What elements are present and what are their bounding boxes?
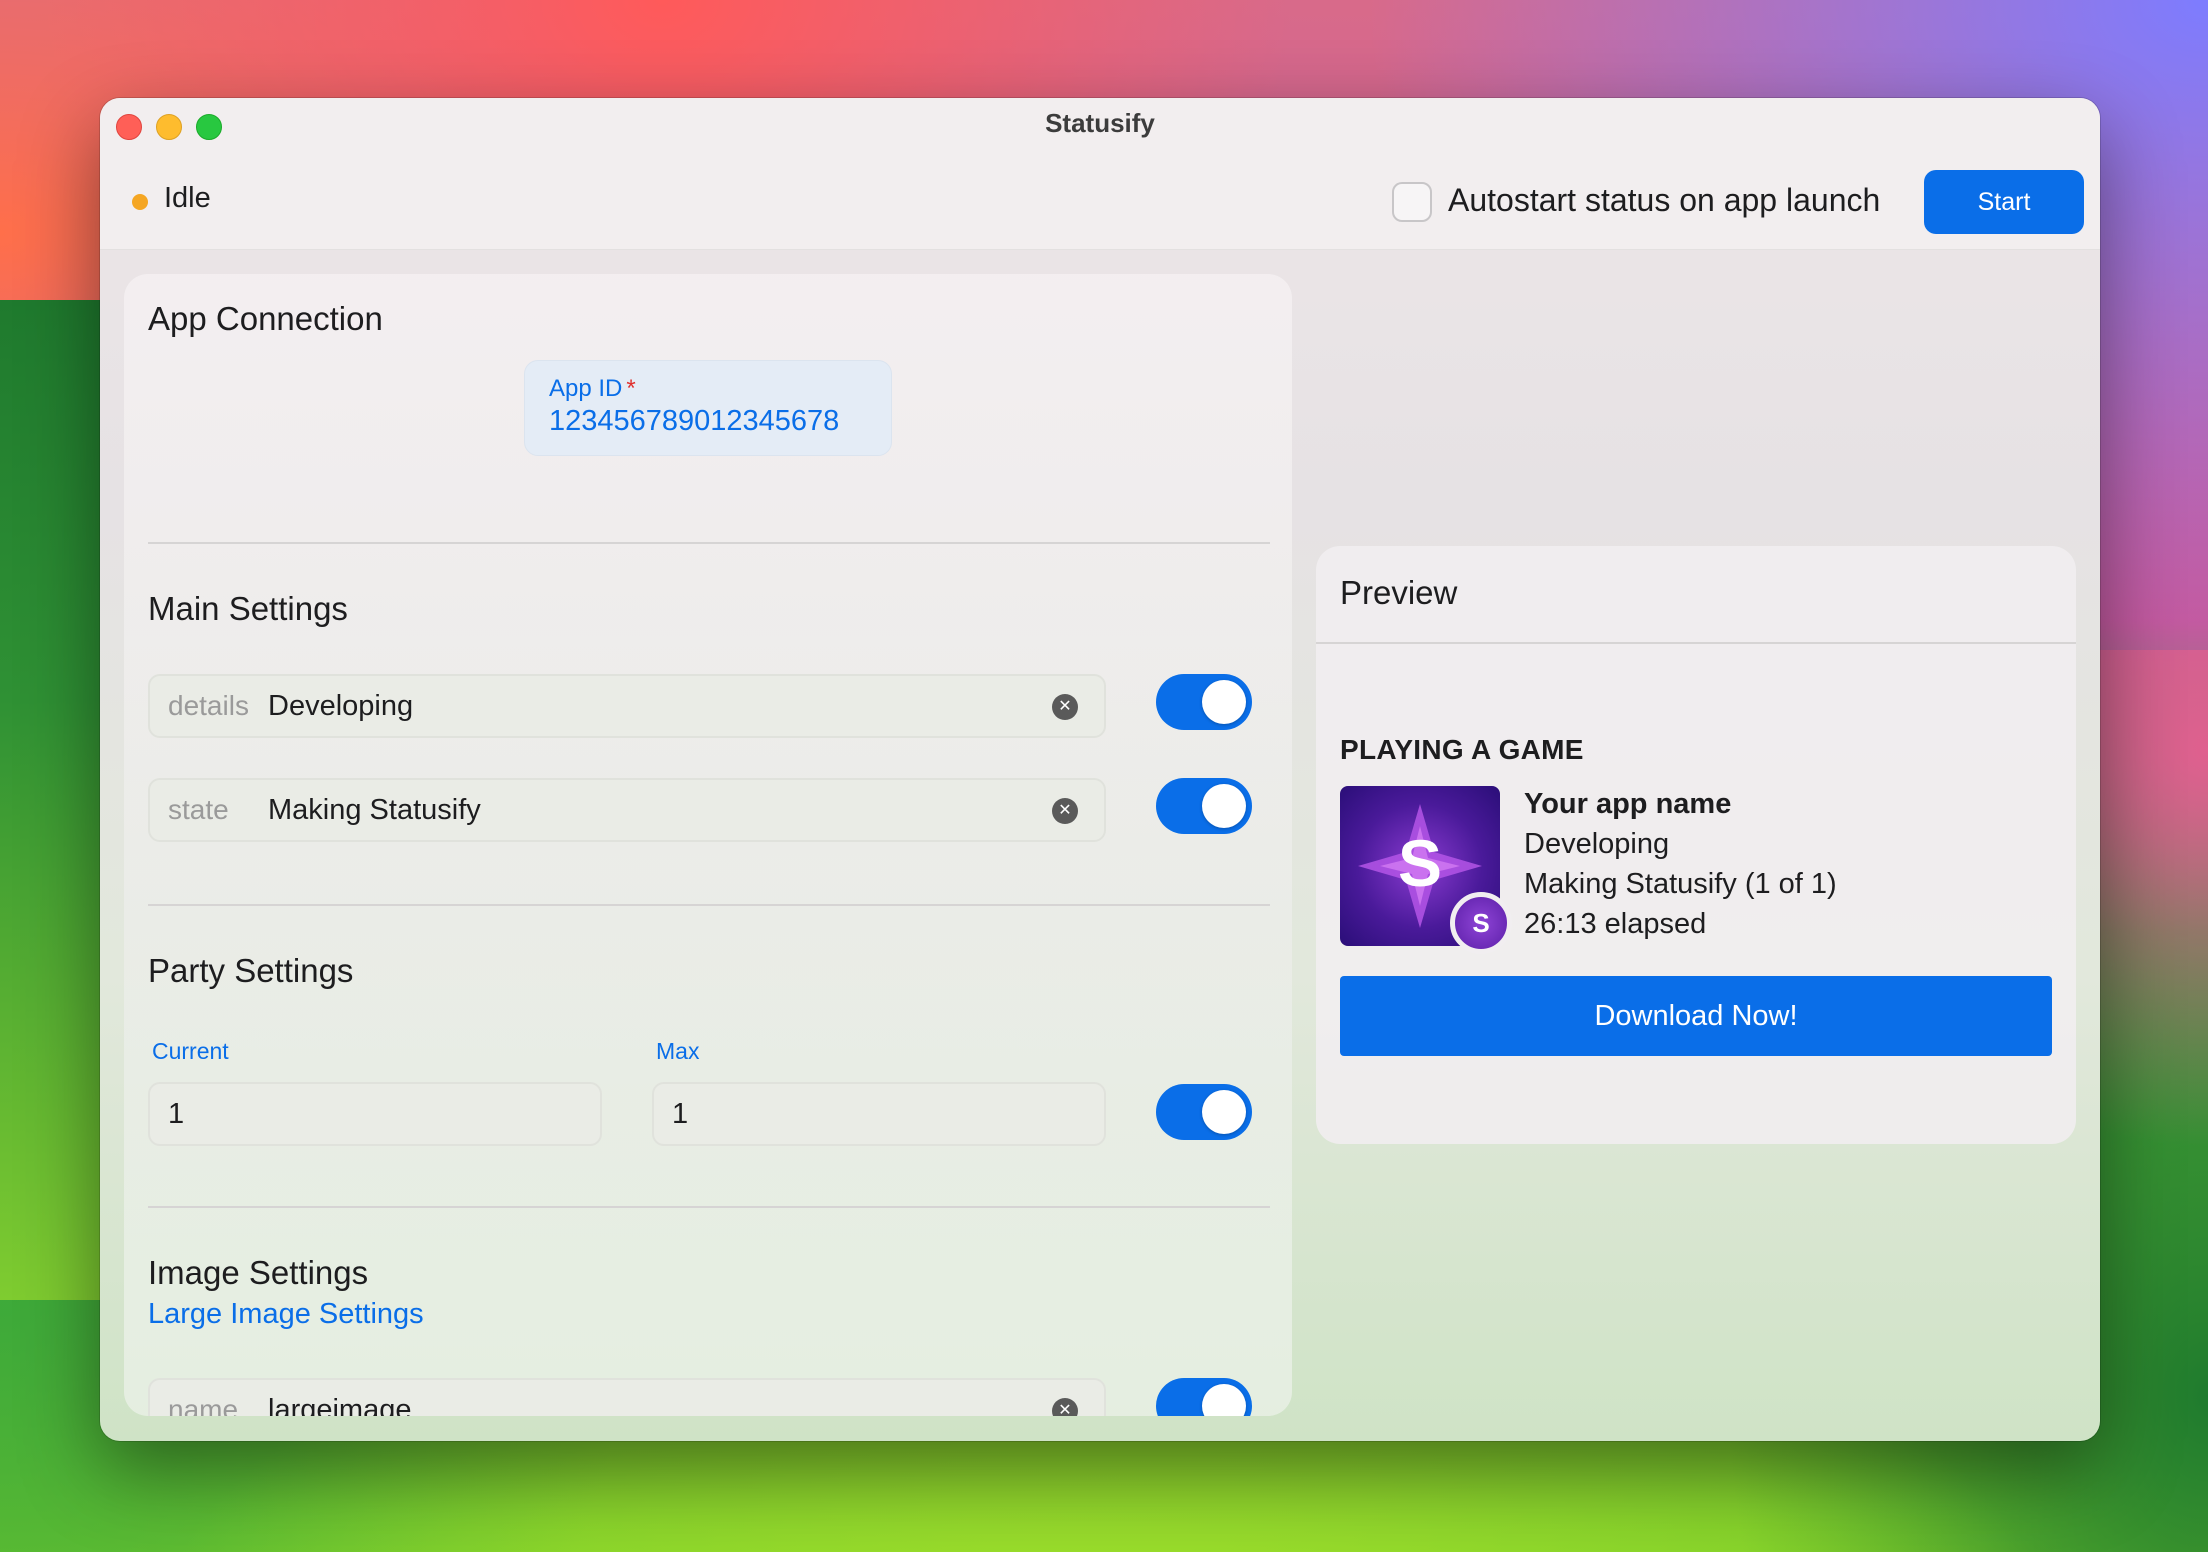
- clear-icon[interactable]: ✕: [1052, 1398, 1078, 1416]
- app-window: Statusify Idle Autostart status on app l…: [100, 98, 2100, 1441]
- image-name-field[interactable]: name largeimage ✕: [148, 1378, 1106, 1416]
- app-id-field[interactable]: App ID * 123456789012345678: [524, 360, 892, 456]
- download-now-button[interactable]: Download Now!: [1340, 976, 2052, 1056]
- app-connection-title: App Connection: [148, 300, 383, 337]
- current-value[interactable]: 1: [168, 1098, 184, 1131]
- divider: [148, 542, 1270, 544]
- start-button[interactable]: Start: [1924, 170, 2084, 234]
- app-id-value[interactable]: 123456789012345678: [549, 405, 839, 438]
- divider: [148, 1206, 1270, 1208]
- max-field[interactable]: 1: [652, 1082, 1106, 1146]
- image-settings-title: Image Settings: [148, 1254, 369, 1291]
- toggle-knob: [1202, 1384, 1246, 1416]
- preview-state: Making Statusify (1 of 1): [1524, 868, 1837, 900]
- titlebar: Statusify Idle Autostart status on app l…: [100, 98, 2100, 250]
- window-title: Statusify: [1045, 108, 1155, 138]
- clear-icon[interactable]: ✕: [1052, 798, 1078, 824]
- max-label: Max: [656, 1038, 700, 1064]
- image-name-prefix: name: [168, 1394, 239, 1416]
- large-image-settings-link[interactable]: Large Image Settings: [148, 1298, 424, 1331]
- preview-title: Preview: [1340, 574, 1458, 611]
- party-settings-title: Party Settings: [148, 952, 354, 989]
- image-toggle[interactable]: [1156, 1378, 1252, 1416]
- state-field[interactable]: state Making Statusify ✕: [148, 778, 1106, 842]
- settings-panel[interactable]: App Connection App ID * 12345678901234567…: [124, 274, 1292, 1416]
- state-prefix: state: [168, 794, 229, 825]
- preview-elapsed: 26:13 elapsed: [1524, 908, 1707, 940]
- app-id-label-text: App ID: [549, 375, 623, 402]
- autostart-label[interactable]: Autostart status on app launch: [1448, 182, 1880, 219]
- main-settings-title: Main Settings: [148, 590, 348, 627]
- toggle-knob: [1202, 784, 1246, 828]
- large-image-letter: S: [1398, 826, 1442, 900]
- max-value[interactable]: 1: [672, 1098, 688, 1131]
- autostart-checkbox[interactable]: [1392, 182, 1432, 222]
- preview-app-name: Your app name: [1524, 788, 1732, 820]
- state-value[interactable]: Making Statusify: [268, 794, 481, 827]
- toggle-knob: [1202, 1090, 1246, 1134]
- details-value[interactable]: Developing: [268, 690, 413, 723]
- party-toggle[interactable]: [1156, 1084, 1252, 1140]
- toggle-knob: [1202, 680, 1246, 724]
- app-id-label: App ID *: [549, 375, 636, 403]
- preview-details: Developing: [1524, 828, 1670, 860]
- details-toggle[interactable]: [1156, 674, 1252, 730]
- current-field[interactable]: 1: [148, 1082, 602, 1146]
- clear-icon[interactable]: ✕: [1052, 694, 1078, 720]
- divider: [1316, 642, 2076, 644]
- details-prefix: details: [168, 690, 249, 721]
- state-toggle[interactable]: [1156, 778, 1252, 834]
- required-mark: *: [626, 375, 636, 402]
- status-dot-icon: [132, 194, 148, 210]
- divider: [148, 904, 1270, 906]
- current-label: Current: [152, 1038, 229, 1064]
- preview-panel: Preview PLAYING A GAME S S Your app name…: [1316, 546, 2076, 1144]
- small-image-icon: S: [1450, 892, 1512, 954]
- activity-type: PLAYING A GAME: [1340, 734, 1584, 765]
- details-field[interactable]: details Developing ✕: [148, 674, 1106, 738]
- status-text: Idle: [164, 182, 211, 214]
- image-name-value[interactable]: largeimage: [268, 1394, 411, 1416]
